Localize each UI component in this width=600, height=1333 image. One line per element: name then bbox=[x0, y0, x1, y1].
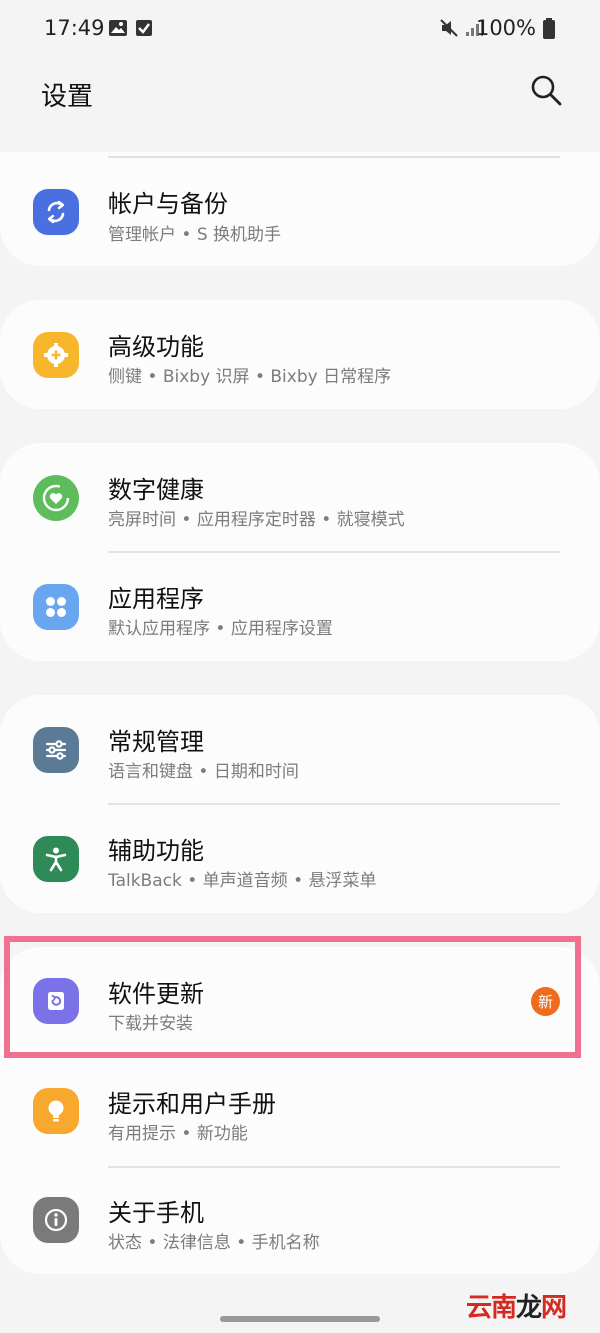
item-subtitle: 状态 • 法律信息 • 手机名称 bbox=[108, 1233, 320, 1253]
watermark-logo: 云南龙网 bbox=[466, 1287, 567, 1324]
item-title: 提示和用户手册 bbox=[108, 1090, 276, 1118]
item-title: 常规管理 bbox=[108, 728, 204, 756]
settings-item-digital-wellbeing[interactable]: 数字健康 亮屏时间 • 应用程序定时器 • 就寝模式 bbox=[0, 443, 600, 552]
settings-item-about-phone[interactable]: 关于手机 状态 • 法律信息 • 手机名称 bbox=[0, 1166, 600, 1275]
gear-plus-icon bbox=[33, 332, 79, 378]
item-subtitle: 管理帐户 • S 换机助手 bbox=[108, 225, 282, 245]
accessibility-icon bbox=[33, 836, 79, 882]
mute-icon bbox=[439, 18, 459, 38]
status-time: 17:49 bbox=[44, 16, 105, 40]
image-icon bbox=[108, 18, 128, 38]
item-title: 软件更新 bbox=[108, 980, 204, 1008]
battery-icon bbox=[542, 18, 556, 39]
item-title: 数字健康 bbox=[108, 476, 204, 504]
watermark-part3: 网 bbox=[541, 1293, 567, 1323]
item-subtitle: 下载并安装 bbox=[108, 1014, 193, 1034]
settings-item-software-update[interactable]: 软件更新 下载并安装 新 bbox=[0, 947, 600, 1056]
new-badge: 新 bbox=[531, 987, 560, 1016]
lightbulb-icon bbox=[33, 1088, 79, 1134]
watermark-part1: 云南 bbox=[466, 1293, 517, 1323]
item-subtitle: 默认应用程序 • 应用程序设置 bbox=[108, 619, 333, 639]
item-title: 辅助功能 bbox=[108, 837, 204, 865]
settings-item-tips-manual[interactable]: 提示和用户手册 有用提示 • 新功能 bbox=[0, 1057, 600, 1166]
search-icon bbox=[529, 73, 563, 111]
item-subtitle: 语言和键盘 • 日期和时间 bbox=[108, 762, 299, 782]
item-title: 关于手机 bbox=[108, 1199, 204, 1227]
watermark-part2: 龙 bbox=[516, 1293, 542, 1323]
item-subtitle: 亮屏时间 • 应用程序定时器 • 就寝模式 bbox=[108, 510, 405, 530]
home-indicator[interactable] bbox=[220, 1316, 380, 1322]
grid-dots-icon bbox=[33, 584, 79, 630]
settings-item-accounts-backup[interactable]: 帐户与备份 管理帐户 • S 换机助手 bbox=[0, 158, 600, 267]
settings-item-general-management[interactable]: 常规管理 语言和键盘 • 日期和时间 bbox=[0, 695, 600, 804]
settings-item-apps[interactable]: 应用程序 默认应用程序 • 应用程序设置 bbox=[0, 552, 600, 661]
settings-item-accessibility[interactable]: 辅助功能 TalkBack • 单声道音频 • 悬浮菜单 bbox=[0, 804, 600, 913]
settings-item-advanced-features[interactable]: 高级功能 侧键 • Bixby 识屏 • Bixby 日常程序 bbox=[0, 300, 600, 409]
search-button[interactable] bbox=[524, 70, 568, 114]
item-subtitle: 有用提示 • 新功能 bbox=[108, 1124, 248, 1144]
item-subtitle: TalkBack • 单声道音频 • 悬浮菜单 bbox=[108, 871, 377, 891]
sliders-icon bbox=[33, 727, 79, 773]
page-title: 设置 bbox=[41, 82, 94, 112]
heart-circle-icon bbox=[33, 475, 79, 521]
item-title: 应用程序 bbox=[108, 585, 204, 613]
sync-icon bbox=[33, 189, 79, 235]
item-subtitle: 侧键 • Bixby 识屏 • Bixby 日常程序 bbox=[108, 367, 392, 387]
battery-percent: 100% bbox=[475, 16, 536, 40]
status-bar: 17:49 100% bbox=[0, 0, 600, 58]
software-update-icon bbox=[33, 978, 79, 1024]
check-box-icon bbox=[134, 18, 154, 38]
item-title: 高级功能 bbox=[108, 333, 204, 361]
item-title: 帐户与备份 bbox=[108, 190, 228, 218]
info-icon bbox=[33, 1197, 79, 1243]
